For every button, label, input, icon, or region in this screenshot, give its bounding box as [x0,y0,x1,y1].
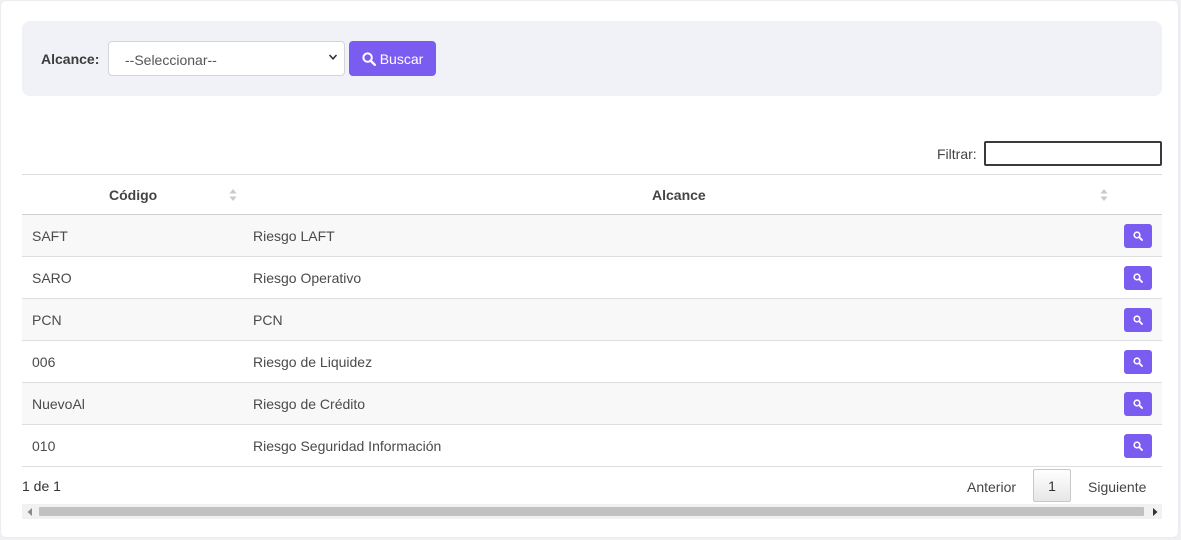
filtrar-label: Filtrar: [937,146,977,162]
table-row: SAFT Riesgo LAFT [22,215,1162,257]
cell-codigo: PCN [32,312,62,328]
view-button[interactable] [1124,392,1152,416]
cell-alcance: Riesgo Operativo [253,270,362,286]
magnifier-icon [1133,441,1143,451]
cell-alcance: Riesgo de Liquidez [253,354,373,370]
filtrar-input[interactable] [984,141,1162,166]
cell-alcance: Riesgo LAFT [253,228,335,244]
pagination-info: 1 de 1 [22,478,61,494]
previous-page-button[interactable]: Anterior [967,479,1016,495]
alcance-select-value: --Seleccionar-- [125,52,217,68]
scroll-right-arrow-icon[interactable] [1147,504,1162,519]
cell-codigo: 006 [32,354,56,370]
view-button[interactable] [1124,434,1152,458]
column-header-codigo[interactable]: Código [109,187,157,203]
next-page-button[interactable]: Siguiente [1088,479,1146,495]
horizontal-scrollbar[interactable] [22,504,1162,519]
cell-alcance: Riesgo de Crédito [253,396,366,412]
alcance-table: Código Alcance SAFT Riesgo LAFT SARO Rie… [22,174,1162,467]
table-row: 010 Riesgo Seguridad Información [22,425,1162,467]
cell-alcance: PCN [253,312,283,328]
alcance-select[interactable]: --Seleccionar-- [108,41,345,76]
alcance-filter-label: Alcance: [41,51,100,67]
page-1-button[interactable]: 1 [1033,469,1071,502]
sort-icon[interactable] [228,187,238,203]
search-button-label: Buscar [379,50,424,67]
view-button[interactable] [1124,224,1152,248]
scrollbar-thumb[interactable] [39,507,1144,516]
view-button[interactable] [1124,308,1152,332]
cell-codigo: SARO [32,270,72,286]
table-row: 006 Riesgo de Liquidez [22,341,1162,383]
magnifier-icon [1133,399,1143,409]
view-button[interactable] [1124,350,1152,374]
scroll-left-arrow-icon[interactable] [22,504,37,519]
chevron-down-icon [328,54,338,60]
cell-codigo: 010 [32,438,56,454]
magnifier-icon [1133,357,1143,367]
cell-codigo: NuevoAl [32,396,85,412]
magnifier-icon [1133,273,1143,283]
table-row: SARO Riesgo Operativo [22,257,1162,299]
sort-icon[interactable] [1099,187,1109,203]
table-header: Código Alcance [22,175,1162,215]
magnifier-icon [1133,315,1143,325]
cell-codigo: SAFT [32,228,68,244]
magnifier-icon [1133,231,1143,241]
magnifier-icon [362,51,376,66]
table-row: NuevoAl Riesgo de Crédito [22,383,1162,425]
cell-alcance: Riesgo Seguridad Información [253,438,442,454]
page-card: Alcance: --Seleccionar-- Buscar Filtrar:… [0,0,1179,538]
table-row: PCN PCN [22,299,1162,341]
view-button[interactable] [1124,266,1152,290]
search-button[interactable]: Buscar [349,41,436,76]
column-header-alcance[interactable]: Alcance [652,187,706,203]
filter-panel: Alcance: --Seleccionar-- Buscar [22,21,1162,96]
